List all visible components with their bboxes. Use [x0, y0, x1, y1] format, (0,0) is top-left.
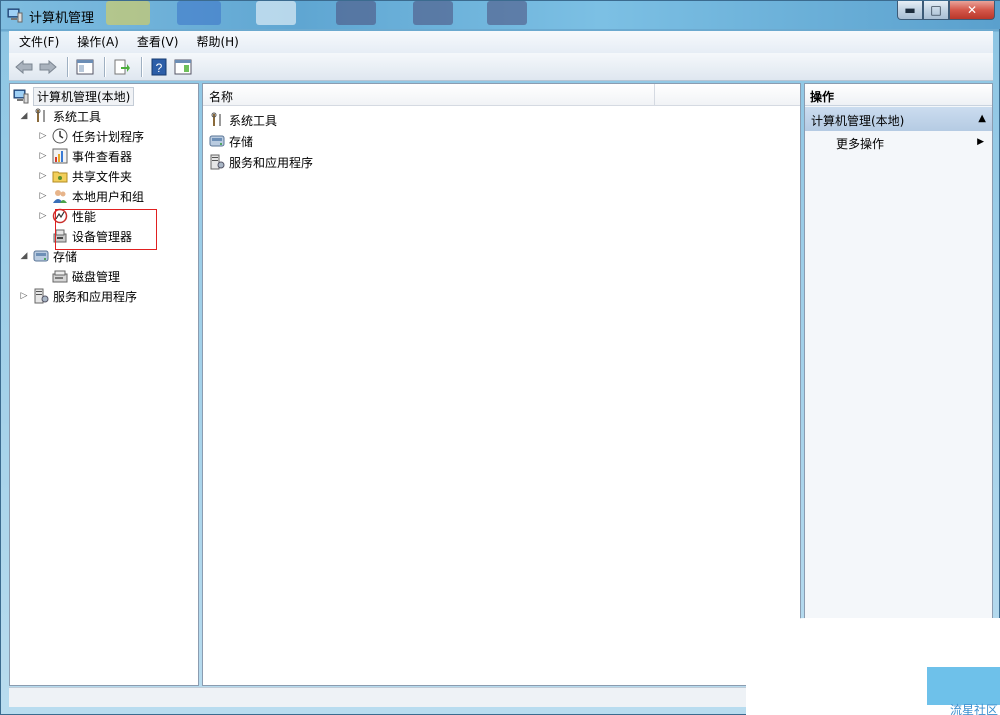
show-hide-action-pane-button[interactable]: [172, 56, 194, 78]
tree-item-label: 本地用户和组: [72, 189, 145, 204]
tools-icon: [211, 112, 221, 126]
list-item-label: 服务和应用程序: [229, 155, 314, 170]
expand-arrow-icon[interactable]: ▷: [38, 171, 48, 181]
disk-icon: [52, 270, 68, 283]
services-icon: [34, 288, 49, 304]
actions-pane: 操作 计算机管理(本地) ▲ 更多操作 ▶: [804, 83, 993, 686]
tree-item-label: 计算机管理(本地): [33, 86, 135, 106]
back-arrow-icon: [15, 59, 33, 74]
menu-view[interactable]: 查看(V): [127, 31, 187, 53]
forward-arrow-icon: [39, 59, 57, 74]
column-name-header[interactable]: 名称: [209, 88, 233, 105]
tree-item-label: 任务计划程序: [72, 129, 145, 144]
collapse-triangle-icon[interactable]: ▲: [978, 113, 986, 124]
menu-bar: 文件(F) 操作(A) 查看(V) 帮助(H): [9, 31, 993, 53]
computer-management-icon: [13, 89, 29, 104]
actions-header: 操作: [805, 84, 992, 106]
more-actions-label: 更多操作: [836, 137, 885, 151]
collapse-arrow-icon[interactable]: ◢: [19, 251, 29, 261]
window-title: 计算机管理: [29, 11, 95, 26]
column-divider[interactable]: [654, 84, 655, 106]
help-button[interactable]: ?: [148, 56, 170, 78]
tree-item-label: 磁盘管理: [72, 269, 121, 284]
storage-icon: [209, 135, 225, 147]
taskbar-deco: [487, 1, 527, 25]
watermark-text: 流星社区: [950, 703, 999, 715]
maximize-icon: □: [930, 3, 942, 17]
tree-item-task-scheduler[interactable]: ▷ 任务计划程序: [38, 126, 144, 146]
tree-item-system-tools[interactable]: ◢ 系统工具: [19, 106, 101, 126]
details-pane: 名称 系统工具 存储 服务和应用程序: [202, 83, 801, 686]
back-button[interactable]: [13, 56, 35, 78]
tree-item-shared-folders[interactable]: ▷ 共享文件夹: [38, 166, 132, 186]
export-list-icon: [114, 59, 130, 74]
minimize-icon: ▬: [904, 3, 916, 17]
list-item-services-apps[interactable]: 服务和应用程序: [209, 152, 313, 172]
expand-arrow-icon[interactable]: ▷: [19, 291, 29, 301]
tree-item-root[interactable]: 计算机管理(本地): [13, 86, 135, 106]
tree-item-services-apps[interactable]: ▷ 服务和应用程序: [19, 286, 137, 306]
submenu-arrow-icon: ▶: [977, 137, 984, 147]
tree-item-disk-management[interactable]: 磁盘管理: [52, 266, 120, 286]
list-item-system-tools[interactable]: 系统工具: [209, 110, 277, 130]
tree-item-label: 事件查看器: [72, 149, 133, 164]
action-pane-icon: [174, 59, 192, 74]
minimize-button[interactable]: ▬: [897, 1, 923, 20]
window-frame: 计算机管理 ▬ □ ✕ 文件(F) 操作(A) 查看(V) 帮助(H) ? 计算…: [0, 0, 1000, 715]
close-icon: ✕: [966, 3, 978, 17]
show-hide-tree-button[interactable]: [74, 56, 96, 78]
tree-item-event-viewer[interactable]: ▷ 事件查看器: [38, 146, 132, 166]
shared-folder-icon: [52, 171, 68, 183]
expand-arrow-icon[interactable]: ▷: [38, 151, 48, 161]
computer-management-icon: [7, 8, 23, 23]
expand-arrow-icon[interactable]: ▷: [38, 191, 48, 201]
collapse-arrow-icon[interactable]: ◢: [19, 111, 29, 121]
storage-icon: [33, 250, 49, 262]
list-item-label: 系统工具: [229, 113, 278, 128]
list-item-label: 存储: [229, 134, 254, 149]
users-icon: [53, 190, 67, 203]
more-actions-item[interactable]: 更多操作 ▶: [836, 135, 986, 155]
taskbar-deco: [177, 1, 221, 25]
column-header[interactable]: 名称: [203, 84, 800, 106]
tree-item-local-users[interactable]: ▷ 本地用户和组: [38, 186, 144, 206]
tree-item-label: 服务和应用程序: [53, 289, 138, 304]
toolbar-divider: [104, 56, 105, 77]
title-bar: 计算机管理 ▬ □ ✕: [1, 1, 1000, 29]
help-book-icon: ?: [151, 58, 167, 75]
toolbar: ?: [9, 53, 993, 81]
expand-arrow-icon[interactable]: ▷: [38, 211, 48, 221]
forward-button[interactable]: [37, 56, 59, 78]
svg-text:?: ?: [156, 61, 163, 75]
console-tree-pane: 计算机管理(本地) ◢ 系统工具 ▷ 任务计划程序 ▷ 事件查看器 ▷ 共享文件…: [9, 83, 199, 686]
tree-item-label: 存储: [53, 249, 78, 264]
expand-arrow-icon[interactable]: ▷: [38, 131, 48, 141]
toolbar-divider: [67, 56, 68, 77]
menu-action[interactable]: 操作(A): [67, 31, 127, 53]
annotation-highlight-box: [55, 209, 157, 250]
toolbar-divider: [141, 56, 142, 77]
close-button[interactable]: ✕: [949, 1, 995, 20]
tree-item-label: 共享文件夹: [72, 169, 133, 184]
taskbar-deco: [106, 1, 150, 25]
services-icon: [210, 154, 225, 170]
export-list-button[interactable]: [111, 56, 133, 78]
tree-item-label: 系统工具: [53, 109, 102, 124]
taskbar-deco: [413, 1, 453, 25]
maximize-button[interactable]: □: [923, 1, 949, 20]
clock-icon: [52, 128, 68, 144]
menu-help[interactable]: 帮助(H): [186, 31, 246, 53]
list-item-storage[interactable]: 存储: [209, 131, 253, 151]
console-tree-icon: [76, 59, 94, 74]
taskbar-deco: [256, 1, 296, 25]
event-viewer-icon: [52, 148, 68, 164]
actions-section-label: 计算机管理(本地): [811, 114, 905, 128]
tools-icon: [35, 108, 45, 122]
menu-file[interactable]: 文件(F): [9, 31, 67, 53]
watermark-logo: [927, 667, 1000, 705]
taskbar-deco: [336, 1, 376, 25]
actions-section-header[interactable]: 计算机管理(本地) ▲: [805, 107, 992, 131]
